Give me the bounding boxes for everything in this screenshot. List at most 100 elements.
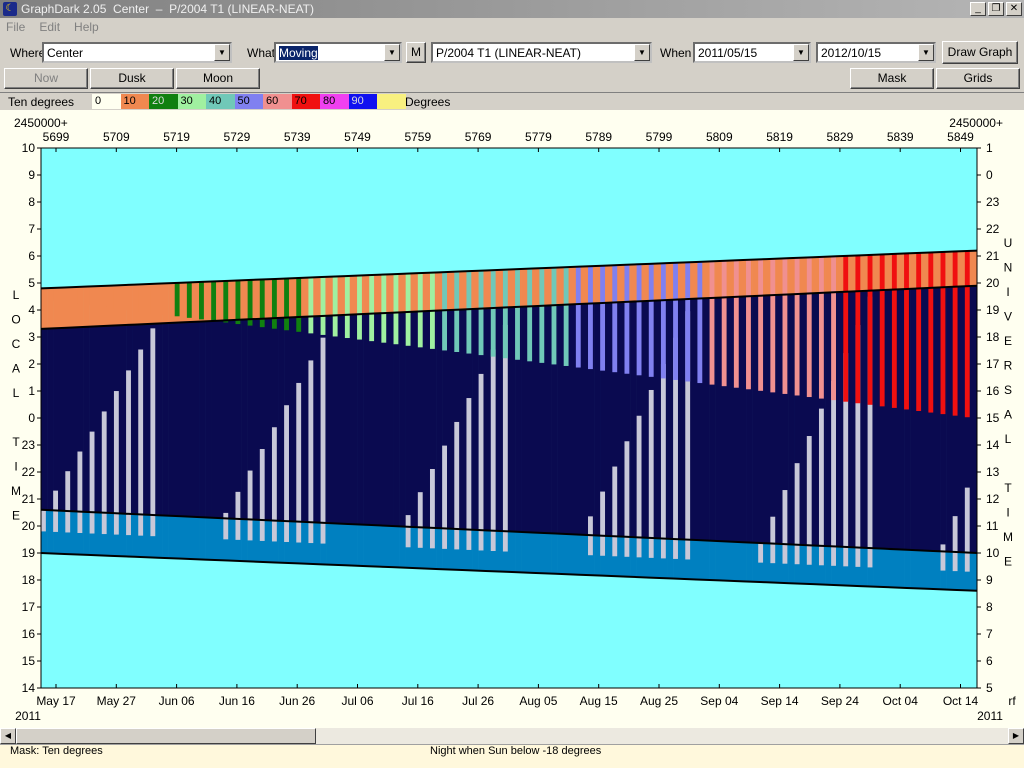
altitude-bar [138, 284, 144, 312]
altitude-bar [174, 282, 180, 317]
twilight-bar [837, 546, 844, 586]
moonlit-bar [296, 382, 302, 543]
twilight-bar [338, 523, 346, 566]
local-hour-label: 18 [22, 573, 36, 587]
night-bar [642, 300, 650, 538]
local-hour-label: 4 [28, 303, 35, 317]
altitude-bar [831, 256, 836, 401]
menu-file[interactable]: File [6, 20, 25, 34]
jd-tick-label: 5799 [646, 130, 673, 144]
start-date-select[interactable]: 2011/05/15 ▼ [693, 42, 811, 63]
grids-button[interactable]: Grids [936, 68, 1020, 89]
night-bar [958, 286, 966, 553]
night-bar [849, 291, 856, 548]
scroll-left-icon[interactable]: ◀ [0, 728, 16, 744]
chevron-down-icon[interactable]: ▼ [793, 44, 809, 61]
altitude-bar [308, 277, 314, 334]
end-date-select[interactable]: 2012/10/15 ▼ [816, 42, 936, 63]
minimize-button[interactable]: _ [970, 2, 986, 16]
dawn-twilight-bar [144, 284, 151, 325]
universal-time-axis-letter: S [1004, 383, 1012, 397]
moonlit-bar [429, 469, 435, 549]
dawn-twilight-bar [314, 277, 321, 317]
moonlit-bar [308, 360, 314, 544]
moonlit-bar [636, 415, 642, 558]
night-bar [910, 288, 917, 551]
twilight-bar [344, 523, 352, 566]
dawn-twilight-bar [326, 276, 334, 316]
moonlit-bar [612, 466, 618, 557]
twilight-bar [752, 542, 759, 582]
moonlit-bar [101, 411, 107, 535]
altitude-bar [259, 279, 265, 328]
twilight-bar [812, 545, 820, 585]
night-bar [934, 287, 941, 552]
night-bar [211, 320, 218, 518]
jd-prefix-right: 2450000+ [949, 116, 1003, 130]
twilight-bar [721, 541, 729, 581]
moonlit-bar [320, 337, 326, 544]
darkness-graph: 2450000+ 2450000+5699 5709 5719 5729 5739 5749… [11, 116, 1016, 723]
chevron-down-icon[interactable]: ▼ [634, 44, 650, 61]
night-bar [120, 325, 127, 514]
dawn-twilight-bar [484, 270, 492, 309]
where-select[interactable]: Center ▼ [42, 42, 232, 63]
universal-time-axis-letter: A [1004, 408, 1012, 422]
chevron-down-icon[interactable]: ▼ [918, 44, 934, 61]
dawn-twilight-bar [594, 265, 601, 304]
night-bar [369, 313, 376, 526]
m-button[interactable]: M [406, 42, 426, 63]
where-label: Where [10, 46, 46, 60]
altitude-bar [891, 253, 897, 408]
twilight-bar [241, 519, 248, 562]
restore-button[interactable]: ❐ [988, 2, 1004, 16]
local-hour-label: 6 [28, 249, 35, 263]
draw-graph-button[interactable]: Draw Graph [942, 41, 1018, 64]
night-bar [186, 322, 194, 517]
object-select[interactable]: P/2004 T1 (LINEAR-NEAT) ▼ [431, 42, 652, 63]
what-select[interactable]: Moving ▼ [274, 42, 402, 63]
local-hour-label: 23 [22, 438, 36, 452]
menu-edit[interactable]: Edit [39, 20, 60, 34]
close-button[interactable]: ✕ [1006, 2, 1022, 16]
twilight-bar [156, 515, 163, 558]
dawn-twilight-bar [533, 268, 540, 307]
night-bar [241, 319, 248, 520]
altitude-bar [855, 255, 861, 404]
altitude-bar [612, 265, 618, 373]
twilight-bar [217, 517, 224, 561]
jd-tick-label: 5839 [887, 130, 914, 144]
night-bar [265, 318, 273, 521]
altitude-bar [600, 265, 606, 371]
universal-time-axis-letter: R [1004, 359, 1013, 373]
date-tick-label: Jul 16 [402, 694, 434, 708]
mask-button[interactable]: Mask [850, 68, 934, 89]
when-label: When [660, 46, 692, 60]
menu-help[interactable]: Help [74, 20, 99, 34]
altitude-bar [211, 281, 217, 321]
night-bar [229, 320, 236, 519]
night-bar [521, 306, 528, 533]
chevron-down-icon[interactable]: ▼ [384, 44, 400, 61]
twilight-bar [375, 525, 382, 567]
twilight-bar [302, 521, 309, 564]
dusk-button[interactable]: Dusk [90, 68, 174, 89]
night-bar [107, 325, 115, 513]
legend-swatch: 40 [206, 94, 235, 109]
altitude-bar [758, 259, 764, 391]
twilight-bar [679, 539, 686, 579]
now-button[interactable]: Now [4, 68, 88, 89]
altitude-bar [964, 250, 970, 418]
night-bar [332, 315, 340, 524]
chevron-down-icon[interactable]: ▼ [214, 44, 230, 61]
horizontal-scrollbar[interactable]: ◀ ▶ [0, 728, 1024, 744]
ut-hour-label: 17 [986, 357, 1000, 371]
moon-button[interactable]: Moon [176, 68, 260, 89]
local-hour-label: 19 [22, 546, 36, 560]
legend-swatch: 30 [177, 94, 206, 109]
scroll-right-icon[interactable]: ▶ [1008, 728, 1024, 744]
dawn-twilight-bar [825, 256, 832, 293]
scroll-thumb[interactable] [16, 728, 316, 744]
night-bar [344, 314, 352, 524]
twilight-bar [618, 536, 625, 577]
